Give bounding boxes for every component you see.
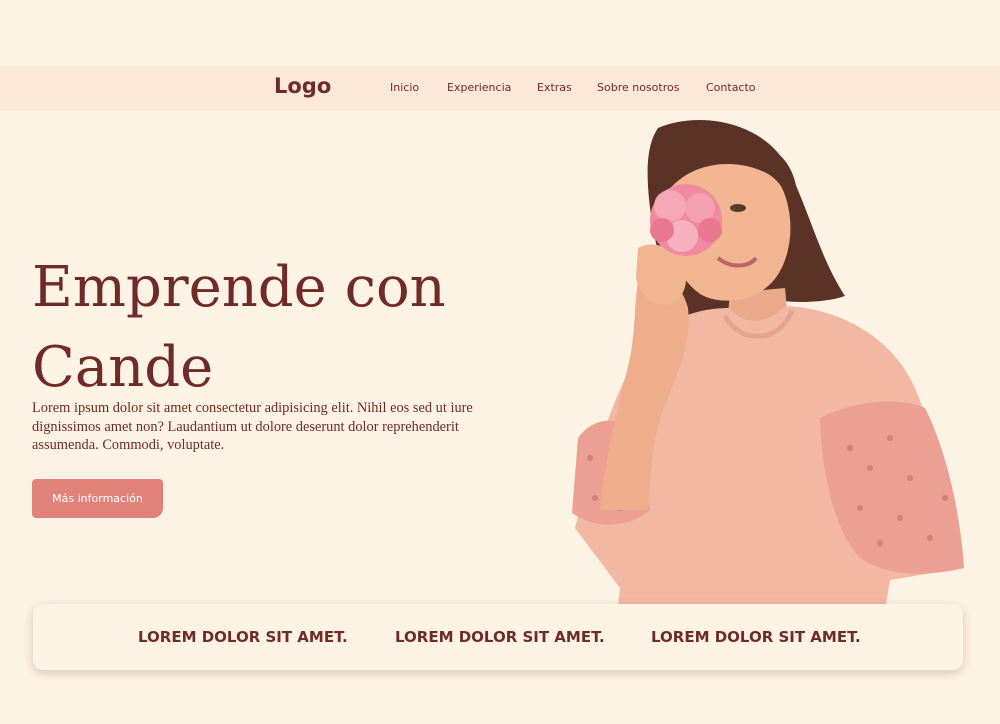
- more-info-button[interactable]: Más información: [32, 479, 163, 518]
- hero-woman-image: [572, 120, 964, 630]
- hero-title-line-2: Cande: [32, 335, 214, 400]
- nav-link-sobre-nosotros[interactable]: Sobre nosotros: [597, 81, 679, 94]
- hero-title-line-1: Emprende con: [32, 255, 446, 320]
- hero-description: Lorem ipsum dolor sit amet consectetur a…: [32, 400, 473, 453]
- nav-link-contacto[interactable]: Contacto: [706, 81, 756, 94]
- navbar: Logo Inicio Experiencia Extras Sobre nos…: [0, 66, 1000, 111]
- nav-link-inicio[interactable]: Inicio: [390, 81, 419, 94]
- feature-item-2: LOREM DOLOR SIT AMET.: [395, 628, 605, 646]
- feature-item-1: LOREM DOLOR SIT AMET.: [138, 628, 348, 646]
- nav-link-experiencia[interactable]: Experiencia: [447, 81, 511, 94]
- logo[interactable]: Logo: [274, 74, 331, 98]
- flower-image: [650, 184, 722, 256]
- hero-title: Emprende con Cande: [32, 248, 592, 408]
- feature-band: LOREM DOLOR SIT AMET. LOREM DOLOR SIT AM…: [33, 604, 963, 670]
- feature-item-3: LOREM DOLOR SIT AMET.: [651, 628, 861, 646]
- nav-link-extras[interactable]: Extras: [537, 81, 572, 94]
